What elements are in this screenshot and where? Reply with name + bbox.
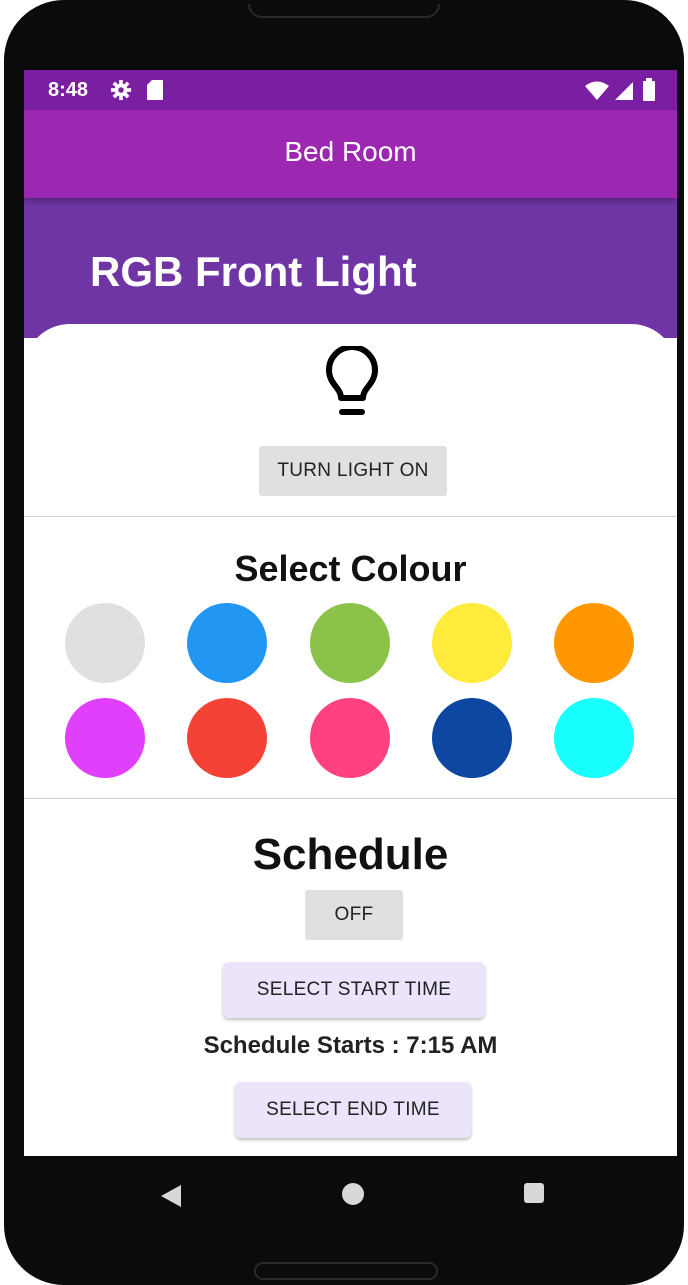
gear-icon	[110, 79, 132, 101]
schedule-start-text: Schedule Starts : 7:15 AM	[203, 1032, 498, 1059]
colour-swatch[interactable]	[554, 698, 634, 778]
divider	[24, 798, 677, 799]
app-bar: Bed Room	[24, 110, 677, 198]
schedule-toggle-button[interactable]: OFF	[305, 890, 403, 940]
colour-swatch[interactable]	[310, 603, 390, 683]
schedule-title: Schedule	[252, 830, 449, 879]
select-start-time-button[interactable]: SELECT START TIME	[223, 962, 485, 1018]
colour-swatch[interactable]	[187, 603, 267, 683]
back-icon[interactable]	[160, 1184, 182, 1208]
colour-swatch[interactable]	[187, 698, 267, 778]
control-card: TURN LIGHT ON Select Colour Schedule OFF…	[24, 324, 677, 1156]
top-speaker	[248, 4, 440, 18]
colour-swatch[interactable]	[554, 603, 634, 683]
battery-icon	[643, 78, 655, 101]
turn-light-on-button[interactable]: TURN LIGHT ON	[259, 446, 447, 496]
colour-swatch[interactable]	[432, 698, 512, 778]
divider	[24, 516, 677, 517]
colour-swatch[interactable]	[310, 698, 390, 778]
lightbulb-icon	[326, 346, 378, 415]
screen: 8:48 Bed Room RGB Front Light TURN LIGHT…	[24, 70, 677, 1156]
select-end-time-button[interactable]: SELECT END TIME	[235, 1082, 471, 1138]
device-title: RGB Front Light	[90, 248, 417, 295]
status-time: 8:48	[48, 79, 89, 101]
colour-swatch[interactable]	[65, 603, 145, 683]
select-colour-title: Select Colour	[234, 548, 467, 589]
app-title: Bed Room	[284, 136, 417, 167]
sd-card-icon	[147, 80, 163, 100]
signal-icon	[615, 82, 633, 100]
home-icon[interactable]	[342, 1183, 364, 1205]
wifi-icon	[585, 81, 609, 100]
colour-swatch[interactable]	[432, 603, 512, 683]
device-header: RGB Front Light	[24, 198, 677, 338]
bottom-speaker	[254, 1262, 438, 1280]
status-bar: 8:48	[24, 70, 677, 110]
colour-swatch[interactable]	[65, 698, 145, 778]
phone-frame: 8:48 Bed Room RGB Front Light TURN LIGHT…	[4, 0, 684, 1285]
navigation-bar	[24, 1156, 677, 1236]
recents-icon[interactable]	[524, 1183, 544, 1203]
